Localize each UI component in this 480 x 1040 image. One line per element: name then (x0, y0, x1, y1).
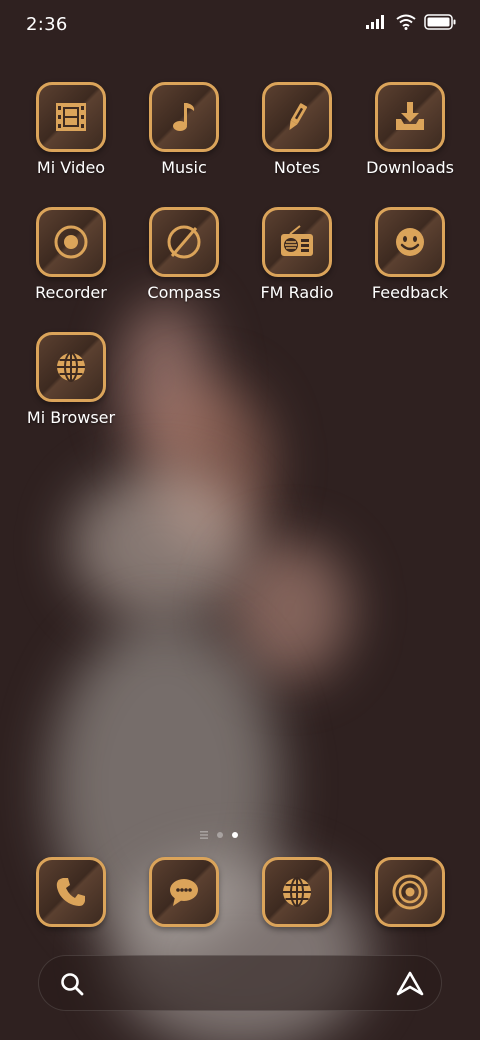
page-dot-active (232, 832, 238, 838)
app-label: Music (161, 158, 207, 177)
wifi-icon (396, 14, 416, 30)
record-icon (54, 225, 88, 259)
chat-icon (170, 879, 198, 906)
smiley-icon (396, 228, 424, 256)
app-icon-tile (375, 207, 445, 277)
app-label: Feedback (371, 283, 449, 302)
app-label: Mi Browser (26, 408, 116, 427)
app-label: Downloads (366, 158, 454, 177)
app-icon-tile (262, 207, 332, 277)
app-icon-tile (36, 332, 106, 402)
dock-app-phone[interactable] (16, 857, 126, 927)
app-music[interactable]: Music (129, 82, 239, 177)
page-dot (217, 832, 223, 838)
app-mi-video[interactable]: Mi Video (16, 82, 126, 177)
status-time: 2:36 (26, 14, 68, 35)
feed-page-icon (200, 831, 208, 839)
app-icon-tile (36, 207, 106, 277)
app-icon-tile (375, 857, 445, 927)
wallpaper-blob (230, 540, 350, 680)
app-icon-tile (262, 82, 332, 152)
app-compass[interactable]: Compass (129, 207, 239, 302)
app-icon-tile (149, 82, 219, 152)
app-recorder[interactable]: Recorder (16, 207, 126, 302)
app-icon-tile (36, 857, 106, 927)
app-label: Recorder (35, 283, 107, 302)
dock-app-browser[interactable] (242, 857, 352, 927)
dock-app-camera[interactable] (355, 857, 465, 927)
search-icon[interactable] (59, 971, 85, 997)
app-label: Mi Video (36, 158, 106, 177)
film-icon (56, 103, 86, 131)
download-icon (396, 102, 424, 130)
app-label: Notes (273, 158, 321, 177)
search-bar[interactable] (38, 955, 442, 1011)
app-label: Compass (147, 283, 221, 302)
app-notes[interactable]: Notes (242, 82, 352, 177)
lens-icon (392, 874, 428, 910)
app-icon-tile (36, 82, 106, 152)
radio-icon (281, 225, 313, 256)
status-bar: 2:36 (0, 0, 480, 52)
page-indicator[interactable] (200, 829, 250, 841)
app-icon-tile (149, 207, 219, 277)
app-label: FM Radio (260, 283, 334, 302)
app-mi-browser[interactable]: Mi Browser (16, 332, 126, 427)
app-icon-tile (149, 857, 219, 927)
signal-icon (366, 15, 384, 29)
dock-app-messages[interactable] (129, 857, 239, 927)
assistant-icon[interactable] (395, 970, 425, 998)
globe-icon (57, 352, 85, 382)
status-icons (366, 14, 456, 30)
phone-icon (56, 878, 85, 906)
globe-icon (283, 877, 311, 907)
app-icon-tile (262, 857, 332, 927)
app-downloads[interactable]: Downloads (355, 82, 465, 177)
app-fm-radio[interactable]: FM Radio (242, 207, 352, 302)
app-icon-tile (375, 82, 445, 152)
compass-icon (167, 225, 201, 259)
wallpaper-blob (70, 470, 250, 620)
app-feedback[interactable]: Feedback (355, 207, 465, 302)
pen-icon (289, 103, 308, 130)
battery-icon (424, 14, 456, 30)
music-note-icon (173, 103, 195, 131)
